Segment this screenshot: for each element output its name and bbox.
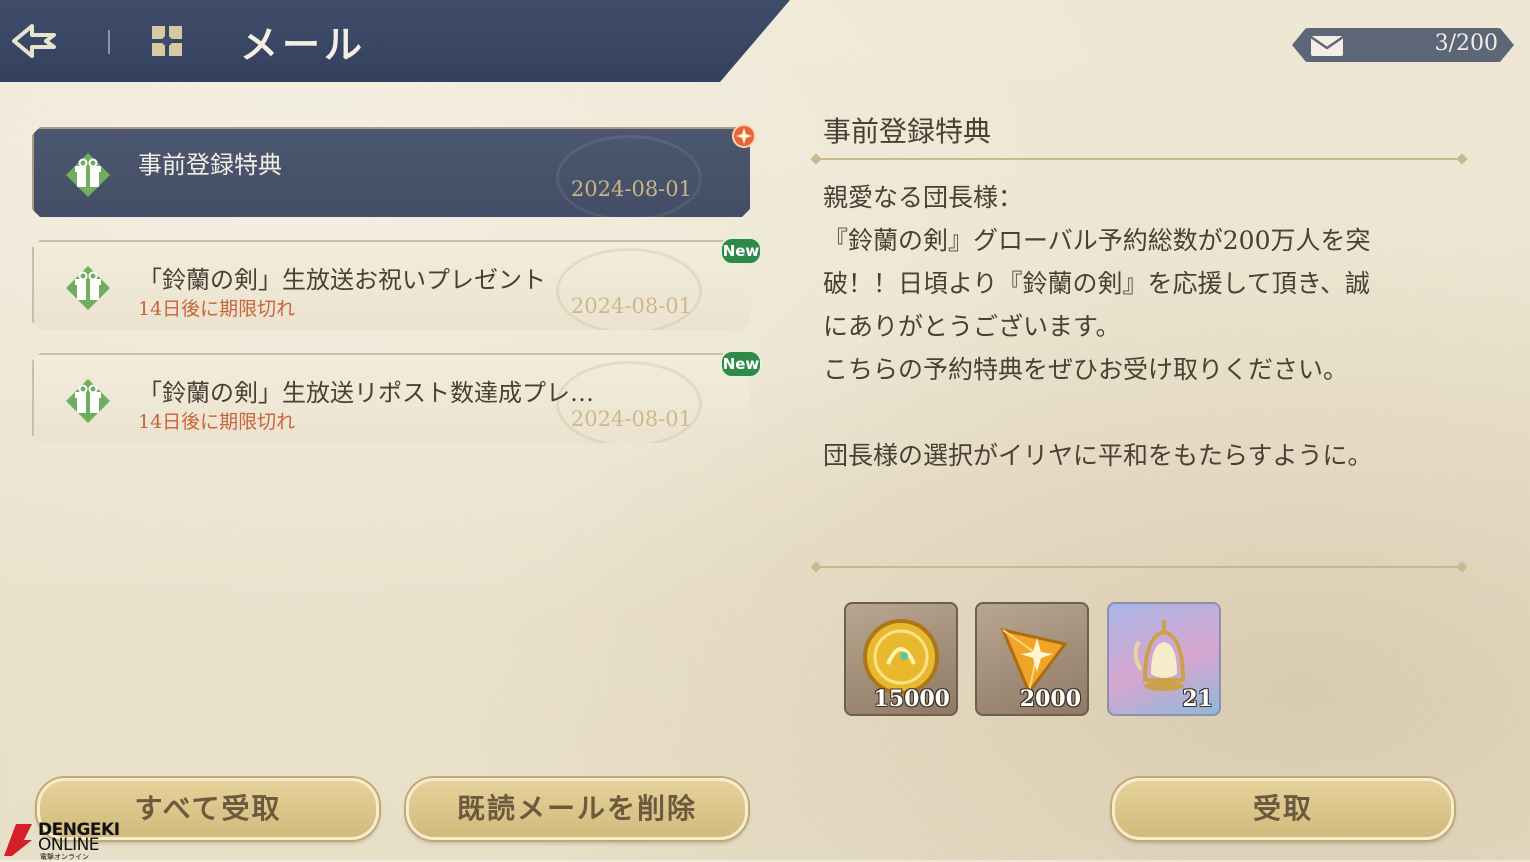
gift-icon — [66, 266, 110, 310]
mail-body: 親愛なる団長様： 『鈴蘭の剣』グローバル予約総数が200万人を突 破！！日頃より… — [823, 176, 1463, 477]
mail-expiry: 14日後に期限切れ — [138, 298, 296, 320]
mail-date: 2024-08-01 — [570, 294, 692, 318]
watermark-line3: 電撃オンライン — [40, 853, 89, 861]
mail-item[interactable]: 事前登録特典 2024-08-01 — [32, 127, 750, 217]
divider-line — [814, 158, 1464, 160]
reward-quantity: 2000 — [1019, 686, 1081, 712]
mail-count: 3/200 — [1434, 31, 1498, 56]
reward-item[interactable]: 2000 — [975, 602, 1089, 716]
mail-counter: 3/200 — [1292, 28, 1514, 62]
page-title: メール — [240, 23, 367, 67]
mail-body-line: 親愛なる団長様： — [823, 183, 1024, 212]
watermark-logo: DENGEKI ONLINE 電撃オンライン — [0, 820, 130, 861]
mail-body-line: 団長様の選択がイリヤに平和をもたらすように。 — [823, 441, 1373, 470]
header-bar: メール — [0, 0, 790, 82]
mail-subject: 「鈴蘭の剣」生放送リポスト数達成プレ… — [138, 379, 594, 407]
claim-button[interactable]: 受取 — [1112, 778, 1454, 840]
mail-body-line — [823, 391, 1463, 434]
mail-date: 2024-08-01 — [570, 407, 692, 431]
mail-subject: 事前登録特典 — [138, 151, 282, 179]
mail-body-line: こちらの予約特典をぜひお受け取りください。 — [823, 355, 1349, 384]
reward-item[interactable]: 21 — [1107, 602, 1221, 716]
mail-body-line: にありがとうございます。 — [823, 312, 1121, 341]
mail-item[interactable]: 「鈴蘭の剣」生放送お祝いプレゼント 14日後に期限切れ 2024-08-01 — [32, 240, 750, 330]
divider-line — [814, 566, 1464, 568]
mail-detail-title: 事前登録特典 — [823, 115, 992, 148]
mail-body-line: 『鈴蘭の剣』グローバル予約総数が200万人を突 — [823, 226, 1371, 255]
header-divider — [108, 30, 110, 54]
mail-date: 2024-08-01 — [570, 177, 692, 201]
mail-subject: 「鈴蘭の剣」生放送お祝いプレゼント — [138, 266, 546, 294]
reward-item[interactable]: 15000 — [844, 602, 958, 716]
reward-quantity: 21 — [1182, 686, 1213, 712]
envelope-icon — [1310, 35, 1344, 56]
back-arrow-icon[interactable] — [10, 18, 60, 64]
mail-item[interactable]: 「鈴蘭の剣」生放送リポスト数達成プレ… 14日後に期限切れ 2024-08-01 — [32, 353, 750, 443]
dengeki-logo-icon — [4, 824, 32, 856]
new-badge: New — [720, 350, 762, 378]
gift-icon — [66, 153, 110, 197]
menu-grid-icon[interactable] — [150, 24, 184, 58]
new-badge: New — [720, 237, 762, 265]
ornament-decoration — [556, 248, 702, 330]
unread-star-icon — [732, 124, 756, 148]
delete-read-button[interactable]: 既読メールを削除 — [406, 778, 748, 840]
gift-icon — [66, 379, 110, 423]
mail-body-line: 破！！日頃より『鈴蘭の剣』を応援して頂き、誠 — [823, 269, 1371, 298]
reward-quantity: 15000 — [873, 686, 950, 712]
mail-expiry: 14日後に期限切れ — [138, 411, 296, 433]
